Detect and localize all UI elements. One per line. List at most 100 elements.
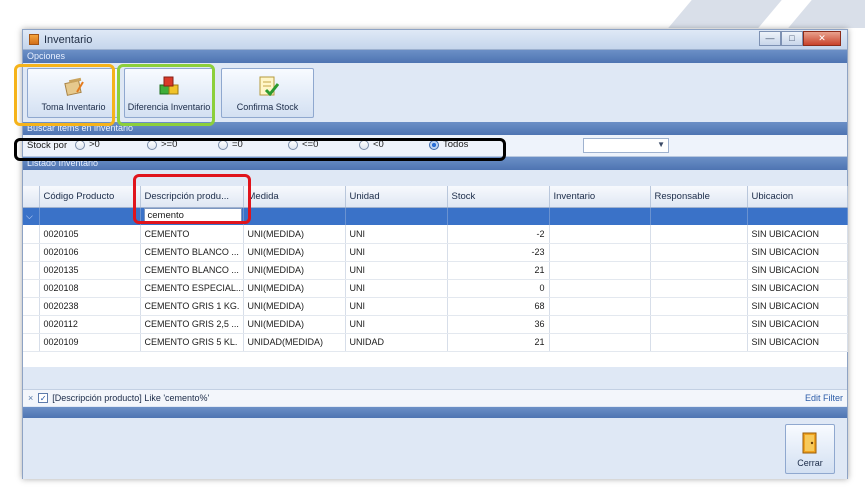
cell-responsable[interactable] [650,333,748,352]
row-indicator[interactable] [23,243,40,262]
filter-cell[interactable] [243,207,346,225]
table-row[interactable]: 0020109 CEMENTO GRIS 5 KL. UNIDAD(MEDIDA) U… [23,333,848,352]
cell-inventario[interactable] [549,297,651,316]
table-row[interactable]: 0020106 CEMENTO BLANCO ... UNI(MEDIDA) UNI -… [23,243,848,262]
cell-inventario[interactable] [549,225,651,244]
cell-unidad[interactable]: UNIDAD [345,333,448,352]
cell-responsable[interactable] [650,243,748,262]
cell-medida[interactable]: UNIDAD(MEDIDA) [243,333,346,352]
column-header[interactable]: Medida [243,186,346,208]
column-header[interactable]: Unidad [345,186,448,208]
radio-lt-zero[interactable]: <0 [359,139,384,150]
filter-cell[interactable] [447,207,550,225]
cell-responsable[interactable] [650,297,748,316]
cell-stock[interactable]: 0 [447,279,550,298]
filter-cell[interactable] [345,207,448,225]
toma-inventario-button[interactable]: Toma Inventario [27,68,120,118]
column-header[interactable]: Stock [447,186,550,208]
column-header[interactable]: Descripción produ... [140,186,244,208]
cell-medida[interactable]: UNI(MEDIDA) [243,279,346,298]
table-row[interactable]: 0020238 CEMENTO GRIS 1 KG. UNI(MEDIDA) UNI 6… [23,297,848,316]
filter-cell[interactable] [650,207,748,225]
cell-stock[interactable]: -2 [447,225,550,244]
cell-unidad[interactable]: UNI [345,279,448,298]
column-header[interactable]: Responsable [650,186,748,208]
radio-gte-zero[interactable]: >=0 [147,139,177,150]
cell-codigo[interactable]: 0020112 [39,315,141,334]
cell-descripcion[interactable]: CEMENTO GRIS 5 KL. [140,333,244,352]
cell-stock[interactable]: 36 [447,315,550,334]
cell-inventario[interactable] [549,315,651,334]
cell-medida[interactable]: UNI(MEDIDA) [243,297,346,316]
row-indicator[interactable] [23,279,40,298]
close-window-button[interactable]: ✕ [803,31,841,46]
filter-enabled-checkbox[interactable]: ✓ [38,393,49,403]
cell-descripcion[interactable]: CEMENTO BLANCO ... [140,261,244,280]
cell-ubicacion[interactable]: SIN UBICACION [747,225,848,244]
column-header[interactable]: Ubicacion [747,186,848,208]
row-indicator[interactable] [23,315,40,334]
cerrar-button[interactable]: Cerrar [785,424,835,474]
radio-eq-zero[interactable]: =0 [218,139,243,150]
radio-gt-zero[interactable]: >0 [75,139,100,150]
cell-responsable[interactable] [650,279,748,298]
cell-descripcion[interactable]: CEMENTO ESPECIAL... [140,279,244,298]
cell-descripcion[interactable]: CEMENTO BLANCO ... [140,243,244,262]
cell-descripcion[interactable]: CEMENTO [140,225,244,244]
cell-codigo[interactable]: 0020105 [39,225,141,244]
cell-ubicacion[interactable]: SIN UBICACION [747,297,848,316]
row-indicator[interactable] [23,225,40,244]
cell-stock[interactable]: 21 [447,333,550,352]
cell-ubicacion[interactable]: SIN UBICACION [747,315,848,334]
row-indicator[interactable] [23,297,40,316]
cell-ubicacion[interactable]: SIN UBICACION [747,261,848,280]
diferencia-inventario-button[interactable]: Diferencia Inventario [124,68,214,118]
row-indicator[interactable] [23,261,40,280]
cell-unidad[interactable]: UNI [345,297,448,316]
cell-codigo[interactable]: 0020106 [39,243,141,262]
cell-unidad[interactable]: UNI [345,243,448,262]
cell-descripcion[interactable]: CEMENTO GRIS 1 KG. [140,297,244,316]
radio-todos[interactable]: Todos [429,139,468,150]
cell-responsable[interactable] [650,225,748,244]
cell-medida[interactable]: UNI(MEDIDA) [243,225,346,244]
maximize-button[interactable]: □ [781,31,803,46]
table-row[interactable]: 0020108 CEMENTO ESPECIAL... UNI(MEDIDA) UNI… [23,279,848,298]
cell-unidad[interactable]: UNI [345,225,448,244]
cell-codigo[interactable]: 0020135 [39,261,141,280]
cell-responsable[interactable] [650,261,748,280]
filter-cell[interactable] [747,207,848,225]
cell-inventario[interactable] [549,261,651,280]
filter-cell[interactable] [549,207,651,225]
table-row[interactable]: 0020105 CEMENTO UNI(MEDIDA) UNI -2 SIN UBICAC… [23,225,848,244]
cell-descripcion[interactable]: CEMENTO GRIS 2,5 ... [140,315,244,334]
cell-codigo[interactable]: 0020109 [39,333,141,352]
clear-filter-icon[interactable]: × [28,393,33,403]
descripcion-filter-input[interactable]: cemento [143,208,242,225]
cell-inventario[interactable] [549,243,651,262]
cell-stock[interactable]: -23 [447,243,550,262]
table-row[interactable]: 0020112 CEMENTO GRIS 2,5 ... UNI(MEDIDA) UN… [23,315,848,334]
cell-stock[interactable]: 21 [447,261,550,280]
cell-stock[interactable]: 68 [447,297,550,316]
confirma-stock-button[interactable]: Confirma Stock [221,68,314,118]
cell-ubicacion[interactable]: SIN UBICACION [747,243,848,262]
column-header[interactable]: Inventario [549,186,651,208]
cell-codigo[interactable]: 0020108 [39,279,141,298]
filter-cell[interactable] [39,207,141,225]
filter-cell-descripcion[interactable]: cemento [140,207,244,225]
column-header[interactable]: Código Producto [39,186,141,208]
cell-ubicacion[interactable]: SIN UBICACION [747,279,848,298]
cell-codigo[interactable]: 0020238 [39,297,141,316]
search-combo[interactable]: ▼ [583,138,669,153]
cell-unidad[interactable]: UNI [345,315,448,334]
cell-medida[interactable]: UNI(MEDIDA) [243,243,346,262]
cell-unidad[interactable]: UNI [345,261,448,280]
row-indicator[interactable] [23,333,40,352]
cell-medida[interactable]: UNI(MEDIDA) [243,261,346,280]
cell-inventario[interactable] [549,279,651,298]
radio-lte-zero[interactable]: <=0 [288,139,318,150]
table-row[interactable]: 0020135 CEMENTO BLANCO ... UNI(MEDIDA) UNI 2… [23,261,848,280]
minimize-button[interactable]: — [759,31,781,46]
cell-medida[interactable]: UNI(MEDIDA) [243,315,346,334]
